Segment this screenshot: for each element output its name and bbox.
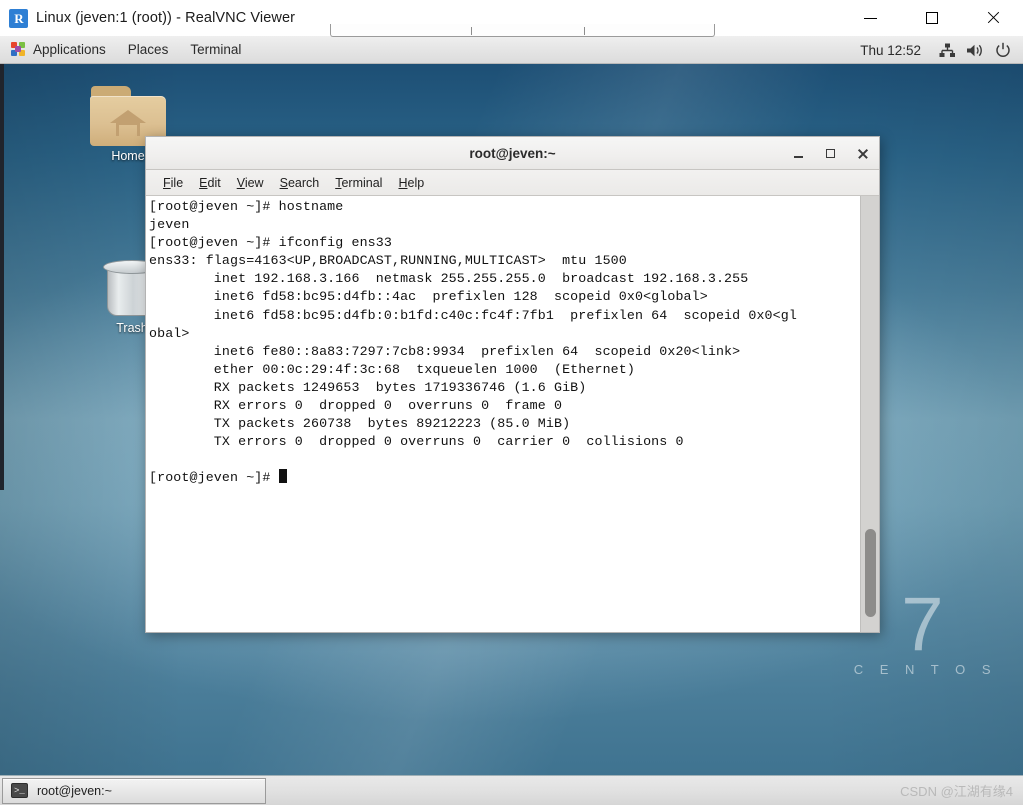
terminal-cursor xyxy=(278,469,287,484)
taskbar-window-button-terminal[interactable]: root@jeven:~ xyxy=(2,777,266,804)
gnome-bottom-panel: root@jeven:~ CSDN @江湖有缘4 xyxy=(0,775,1023,805)
realvnc-icon: R xyxy=(9,8,28,28)
vnc-toolbar-tab[interactable] xyxy=(330,24,715,37)
menu-item-file-mnemonic: F xyxy=(163,175,171,190)
vnc-window-title: Linux (jeven:1 (root)) - RealVNC Viewer xyxy=(36,10,296,26)
panel-applications-label: Applications xyxy=(33,42,106,57)
terminal-window-controls xyxy=(789,137,871,170)
terminal-minimize-button[interactable] xyxy=(789,145,807,163)
csdn-watermark: CSDN @江湖有缘4 xyxy=(900,784,1013,799)
terminal-scrollbar[interactable] xyxy=(860,196,879,632)
panel-terminal-menu[interactable]: Terminal xyxy=(179,36,252,64)
menu-item-edit[interactable]: Edit xyxy=(192,174,228,192)
menu-item-view-rest: iew xyxy=(244,175,264,190)
menu-item-help[interactable]: Help xyxy=(391,174,431,192)
terminal-title: root@jeven:~ xyxy=(469,145,556,161)
terminal-titlebar[interactable]: root@jeven:~ xyxy=(146,137,879,170)
menu-item-file[interactable]: File xyxy=(156,174,190,192)
terminal-scrollback: [root@jeven ~]# hostname jeven [root@jev… xyxy=(149,199,797,450)
menu-item-help-rest: elp xyxy=(407,175,425,190)
menu-item-search-mnemonic: S xyxy=(279,175,288,190)
menu-item-search[interactable]: Search xyxy=(273,174,327,192)
menu-item-view-mnemonic: V xyxy=(236,175,245,190)
terminal-output: [root@jeven ~]# hostname jeven [root@jev… xyxy=(149,198,857,488)
network-icon[interactable] xyxy=(933,36,961,64)
minimize-icon xyxy=(793,156,803,158)
applications-pinwheel-icon xyxy=(11,42,26,57)
menu-item-help-mnemonic: H xyxy=(398,175,408,190)
vnc-minimize-button[interactable] xyxy=(840,0,901,36)
vnc-maximize-button[interactable] xyxy=(901,0,962,36)
terminal-scrollbar-thumb[interactable] xyxy=(865,529,876,617)
terminal-close-button[interactable] xyxy=(853,145,871,163)
gnome-top-panel: Applications Places Terminal Thu 12:52 xyxy=(0,36,1023,64)
volume-glyph xyxy=(967,44,982,56)
terminal-maximize-button[interactable] xyxy=(821,145,839,163)
menu-item-view[interactable]: View xyxy=(230,174,271,192)
volume-icon[interactable] xyxy=(961,36,989,64)
menu-item-terminal[interactable]: Terminal xyxy=(328,174,389,192)
panel-terminal-label: Terminal xyxy=(190,42,242,57)
terminal-body[interactable]: [root@jeven ~]# hostname jeven [root@jev… xyxy=(146,196,879,632)
menu-item-edit-rest: dit xyxy=(207,175,221,190)
menu-item-terminal-rest: erminal xyxy=(341,175,383,190)
maximize-icon xyxy=(925,12,938,24)
minimize-icon xyxy=(864,17,877,19)
network-glyph xyxy=(939,43,955,57)
terminal-prompt: [root@jeven ~]# xyxy=(149,470,279,486)
panel-applications-menu[interactable]: Applications xyxy=(0,36,117,64)
panel-status-area: Thu 12:52 xyxy=(848,36,1023,64)
menu-item-search-rest: earch xyxy=(287,175,320,190)
menu-item-edit-mnemonic: E xyxy=(199,175,208,190)
screen: R Linux (jeven:1 (root)) - RealVNC Viewe… xyxy=(0,0,1023,805)
panel-places-label: Places xyxy=(127,42,169,57)
panel-clock[interactable]: Thu 12:52 xyxy=(848,36,933,64)
close-icon xyxy=(986,11,1000,25)
terminal-menubar: File Edit View Search Terminal Help xyxy=(146,170,879,196)
menu-item-file-rest: ile xyxy=(170,175,184,190)
centos-wordmark: C E N T O S xyxy=(853,662,997,677)
vnc-window-controls xyxy=(840,0,1023,36)
maximize-icon xyxy=(825,149,835,158)
terminal-window: root@jeven:~ File Edit View Search Termi… xyxy=(145,136,880,633)
terminal-icon xyxy=(11,783,28,798)
power-glyph xyxy=(996,42,1010,57)
panel-places-menu[interactable]: Places xyxy=(117,36,180,64)
close-icon xyxy=(857,148,868,159)
desktop-left-edge-strip xyxy=(0,64,4,490)
vnc-close-button[interactable] xyxy=(962,0,1023,36)
power-icon[interactable] xyxy=(989,36,1017,64)
taskbar-window-button-label: root@jeven:~ xyxy=(37,783,112,798)
